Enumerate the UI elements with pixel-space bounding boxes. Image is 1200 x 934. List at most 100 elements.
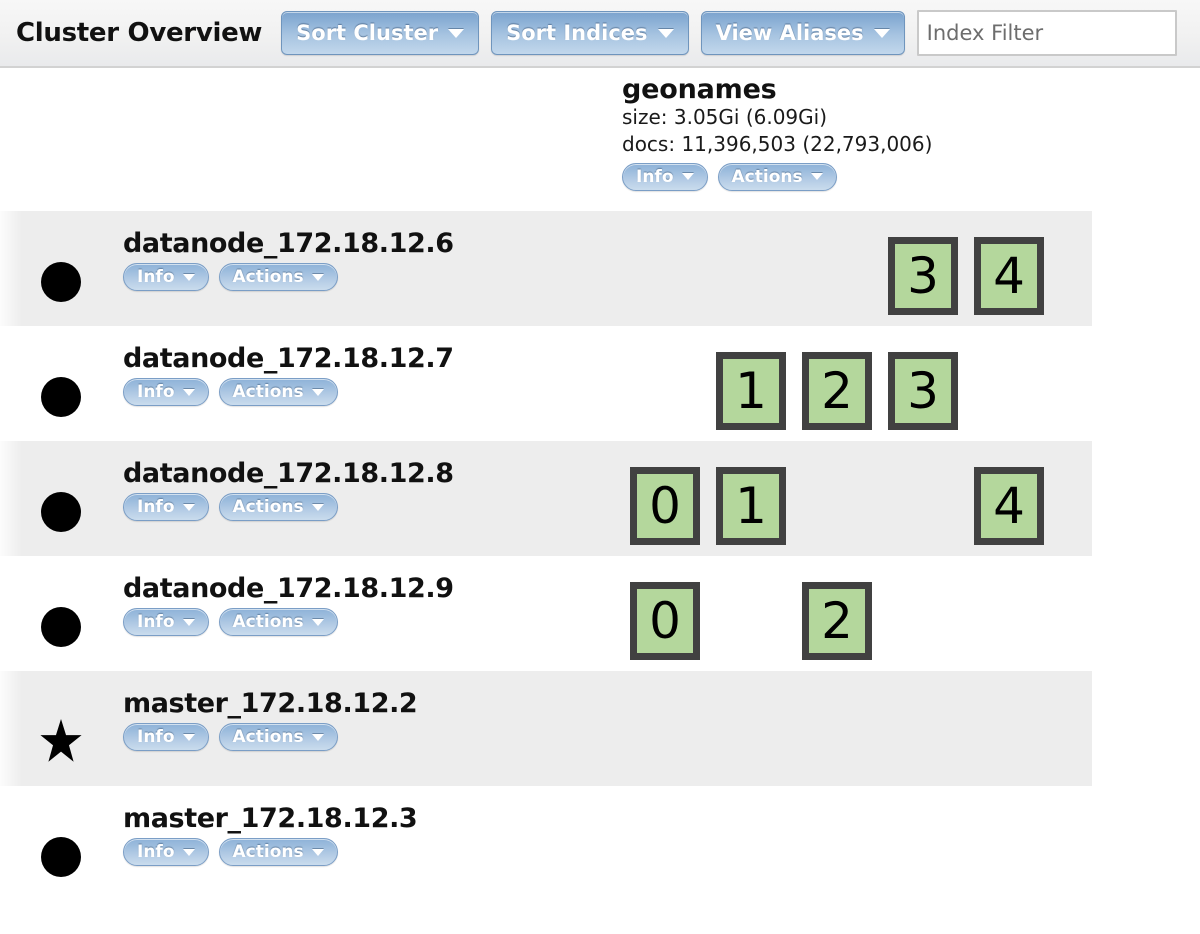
page-title: Cluster Overview (16, 18, 263, 48)
index-docs: docs: 11,396,503 (22,793,006) (622, 131, 933, 156)
node-status-marker (40, 719, 82, 763)
node-info-button[interactable]: Info (123, 493, 209, 522)
node-name: datanode_172.18.12.9 (123, 573, 454, 604)
shard-slot: 2 (802, 582, 872, 660)
node-actions-button-label: Actions (232, 612, 304, 633)
node-info: master_172.18.12.2 Info Actions (123, 688, 418, 752)
table-row: datanode_172.18.12.8 Info Actions 0 1 4 (0, 441, 1200, 556)
node-table: datanode_172.18.12.6 Info Actions 3 4 datanod… (0, 211, 1200, 901)
node-name: datanode_172.18.12.7 (123, 343, 454, 374)
shard-slot: 2 (802, 352, 872, 430)
node-name: datanode_172.18.12.6 (123, 228, 454, 259)
shard-slot: 4 (974, 467, 1044, 545)
node-actions-button[interactable]: Actions (218, 838, 338, 867)
chevron-down-icon (448, 28, 465, 38)
node-info-button[interactable]: Info (123, 723, 209, 752)
node-info-button-label: Info (137, 497, 175, 518)
node-name: master_172.18.12.2 (123, 688, 418, 719)
shard-slot: 0 (630, 467, 700, 545)
shard-slot: 3 (888, 352, 958, 430)
circle-icon (41, 837, 81, 877)
chevron-down-icon (182, 388, 195, 396)
node-actions-button[interactable]: Actions (218, 493, 338, 522)
node-button-row: Info Actions (123, 608, 454, 637)
circle-icon (41, 492, 81, 532)
chevron-down-icon (182, 273, 195, 281)
chevron-down-icon (311, 848, 324, 856)
node-status-marker (40, 606, 82, 648)
node-info: datanode_172.18.12.8 Info Actions (123, 458, 454, 522)
index-info-button[interactable]: Info (622, 162, 708, 191)
node-actions-button-label: Actions (232, 267, 304, 288)
node-actions-button[interactable]: Actions (218, 608, 338, 637)
chevron-down-icon (182, 503, 195, 511)
table-row: master_172.18.12.3 Info Actions (0, 786, 1200, 901)
node-actions-button-label: Actions (232, 497, 304, 518)
node-info-button[interactable]: Info (123, 608, 209, 637)
node-button-row: Info Actions (123, 263, 454, 292)
node-actions-button[interactable]: Actions (218, 378, 338, 407)
sort-indices-button[interactable]: Sort Indices (491, 11, 689, 55)
sort-cluster-label: Sort Cluster (296, 21, 439, 45)
shard-slot: 3 (888, 237, 958, 315)
index-name: geonames (622, 74, 777, 105)
node-name: datanode_172.18.12.8 (123, 458, 454, 489)
index-header-area: geonames size: 3.05Gi (6.09Gi) docs: 11,… (0, 68, 1200, 211)
node-button-row: Info Actions (123, 838, 417, 867)
shard-box[interactable]: 1 (716, 352, 786, 430)
chevron-down-icon (182, 733, 195, 741)
circle-icon (41, 607, 81, 647)
shard-box[interactable]: 2 (802, 352, 872, 430)
chevron-down-icon (311, 503, 324, 511)
index-button-row: Info Actions (622, 162, 1022, 191)
node-button-row: Info Actions (123, 493, 454, 522)
table-row: datanode_172.18.12.6 Info Actions 3 4 (0, 211, 1200, 326)
node-info-button[interactable]: Info (123, 263, 209, 292)
table-row: datanode_172.18.12.7 Info Actions 1 2 3 (0, 326, 1200, 441)
table-row: datanode_172.18.12.9 Info Actions 0 2 (0, 556, 1200, 671)
view-aliases-button[interactable]: View Aliases (700, 11, 905, 55)
node-actions-button-label: Actions (232, 382, 304, 403)
toolbar-button-group: Sort Cluster Sort Indices View Aliases (281, 11, 905, 55)
sort-cluster-button[interactable]: Sort Cluster (281, 11, 480, 55)
node-status-marker (40, 261, 82, 303)
index-info-label: Info (636, 166, 674, 187)
node-info-button-label: Info (137, 382, 175, 403)
shard-box[interactable]: 0 (630, 467, 700, 545)
shard-box[interactable]: 2 (802, 582, 872, 660)
shard-slot: 1 (716, 467, 786, 545)
shard-slot: 0 (630, 582, 700, 660)
bottom-spacer (0, 901, 1200, 934)
shard-slot: 1 (716, 352, 786, 430)
node-info-button-label: Info (137, 727, 175, 748)
node-status-marker (40, 836, 82, 878)
table-row: master_172.18.12.2 Info Actions (0, 671, 1200, 786)
sort-indices-label: Sort Indices (506, 21, 648, 45)
node-info-button-label: Info (137, 267, 175, 288)
star-icon (40, 719, 82, 762)
shard-box[interactable]: 4 (974, 467, 1044, 545)
shard-box[interactable]: 3 (888, 352, 958, 430)
shard-box[interactable]: 0 (630, 582, 700, 660)
node-button-row: Info Actions (123, 723, 417, 752)
chevron-down-icon (182, 848, 195, 856)
node-button-row: Info Actions (123, 378, 454, 407)
shard-box[interactable]: 4 (974, 237, 1044, 315)
index-filter-input[interactable] (916, 10, 1177, 56)
node-info-button[interactable]: Info (123, 378, 209, 407)
circle-icon (41, 262, 81, 302)
shard-box[interactable]: 1 (716, 467, 786, 545)
index-actions-button[interactable]: Actions (717, 162, 837, 191)
node-info-button-label: Info (137, 612, 175, 633)
cluster-overview-page: Cluster Overview Sort Cluster Sort Indic… (0, 0, 1200, 934)
node-actions-button[interactable]: Actions (218, 723, 338, 752)
node-actions-button[interactable]: Actions (218, 263, 338, 292)
chevron-down-icon (810, 173, 823, 181)
node-actions-button-label: Actions (232, 727, 304, 748)
index-column-geonames: geonames size: 3.05Gi (6.09Gi) docs: 11,… (622, 74, 1022, 191)
shard-box[interactable]: 3 (888, 237, 958, 315)
chevron-down-icon (681, 173, 694, 181)
node-info-button[interactable]: Info (123, 838, 209, 867)
chevron-down-icon (311, 273, 324, 281)
node-info: datanode_172.18.12.7 Info Actions (123, 343, 454, 407)
